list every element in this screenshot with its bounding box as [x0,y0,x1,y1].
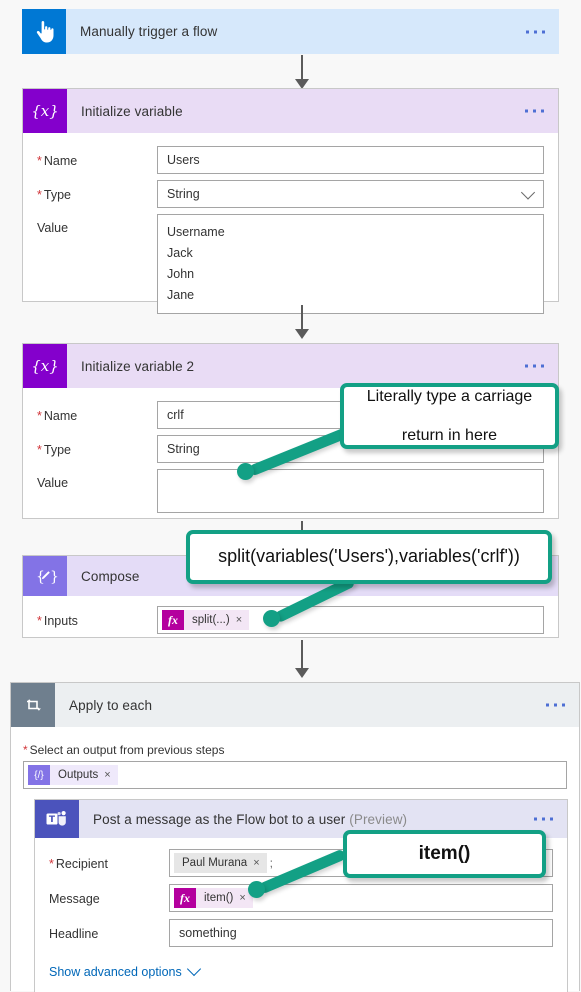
value-line: Jack [167,246,193,260]
svg-text:}: } [50,569,59,585]
expression-token-label: split(...) [192,614,230,626]
expression-token-split[interactable]: fx split(...) × [162,610,250,630]
headline-input[interactable]: something [169,919,553,947]
trigger-more-options-button[interactable] [526,30,545,33]
connector-arrow-2 [295,305,309,339]
value-textarea[interactable]: Username Jack John Jane [157,214,544,314]
required-marker: * [37,614,42,628]
type-select-value: String [167,442,200,456]
show-advanced-options-label: Show advanced options [49,965,182,979]
name-label: * Name [37,409,78,423]
trigger-card-title: Manually trigger a flow [80,24,218,39]
svg-text:{x}: {x} [32,357,58,375]
fx-badge-icon: fx [174,888,196,908]
apply-to-each-header[interactable]: Apply to each [11,683,579,727]
required-marker: * [37,188,42,202]
microsoft-teams-icon: T [35,800,79,838]
trigger-card-header[interactable]: Manually trigger a flow [22,9,559,54]
post-message-title: Post a message as the Flow bot to a user… [93,811,408,827]
show-advanced-options-link[interactable]: Show advanced options [49,961,201,979]
message-label: Message [49,892,100,906]
value-label: Value [37,476,69,490]
variable-braces-icon: {x} [23,344,67,388]
svg-text:{x}: {x} [32,102,58,120]
type-select-value: String [167,187,200,201]
expression-token-label: item() [204,892,234,904]
required-marker: * [23,743,28,757]
type-label: * Type [37,188,71,202]
field-row-type: * Type String [23,180,558,208]
field-row-name: * Name Users [23,146,558,174]
callout-carriage-line1: Literally type a carriage [366,387,533,405]
headline-label: Headline [49,927,99,941]
required-marker: * [49,857,54,871]
connector-arrow-4 [295,640,309,678]
callout-item-expression: item() [343,830,546,878]
callout-split-text: split(variables('Users'),variables('crlf… [218,546,520,567]
required-marker: * [37,443,42,457]
recipient-label: * Recipient [49,857,108,871]
chevron-down-icon [520,185,536,200]
field-row-headline: Headline something [35,919,567,947]
callout-carriage-line2: return in here [401,426,498,444]
type-label: * Type [37,443,71,457]
name-label: * Name [37,154,78,168]
svg-text:T: T [49,815,56,825]
dynamic-content-token-label: Outputs [58,769,99,781]
initialize-variable-2-more-options-button[interactable] [525,364,544,368]
required-marker: * [37,154,42,168]
initialize-variable-1-title: Initialize variable [81,103,183,119]
apply-to-each-body: * Select an output from previous steps {/… [11,727,579,789]
compose-pencil-braces-icon: { } [23,556,67,596]
expression-token-item[interactable]: fx item() × [174,888,253,908]
name-input[interactable]: Users [157,146,544,174]
flow-designer-canvas: Manually trigger a flow {x} Initialize v… [0,0,581,992]
initialize-variable-2-title: Initialize variable 2 [81,358,195,374]
apply-to-each-title: Apply to each [69,697,153,713]
variable-braces-icon: {x} [23,89,67,133]
inputs-label: * Inputs [37,614,78,628]
chevron-down-icon [186,961,201,977]
value-label: Value [37,221,69,235]
required-marker: * [37,409,42,423]
type-select[interactable]: String [157,180,544,208]
dynamic-content-token-outputs[interactable]: {/} Outputs × [28,765,118,785]
callout-split-tail [258,575,388,638]
touch-hand-icon [22,9,66,54]
select-output-label: * Select an output from previous steps [23,743,225,757]
post-message-more-options-button[interactable] [534,817,553,821]
trigger-card[interactable]: Manually trigger a flow [22,9,559,54]
loop-repeat-icon [11,683,55,727]
advanced-options-row: Show advanced options [35,947,567,981]
apply-to-each-more-options-button[interactable] [546,703,565,707]
remove-token-icon[interactable]: × [235,614,249,626]
remove-token-icon[interactable]: × [103,769,117,781]
recipient-person-name: Paul Murana [182,857,248,869]
compose-output-icon: {/} [28,765,50,785]
callout-item-text: item() [418,843,471,865]
initialize-variable-1-body: * Name Users * Type String Value Username J… [23,133,558,314]
select-output-field[interactable]: {/} Outputs × [23,761,567,789]
fx-badge-icon: fx [162,610,184,630]
value-line: Username [167,225,225,239]
connector-arrow-1 [295,55,309,89]
field-row-value: Value Username Jack John Jane [23,214,558,314]
callout-split-expression: split(variables('Users'),variables('crlf… [186,530,552,584]
preview-badge: (Preview) [349,811,408,827]
initialize-variable-1-card[interactable]: {x} Initialize variable * Name Users * Typ… [22,88,559,314]
callout-carriage-return: Literally type a carriage return in here [340,383,559,449]
compose-title: Compose [81,568,140,584]
initialize-variable-2-header[interactable]: {x} Initialize variable 2 [23,344,558,388]
initialize-variable-1-more-options-button[interactable] [525,109,544,113]
value-line: Jane [167,288,195,302]
value-line: John [167,267,195,281]
initialize-variable-1-header[interactable]: {x} Initialize variable [23,89,558,133]
